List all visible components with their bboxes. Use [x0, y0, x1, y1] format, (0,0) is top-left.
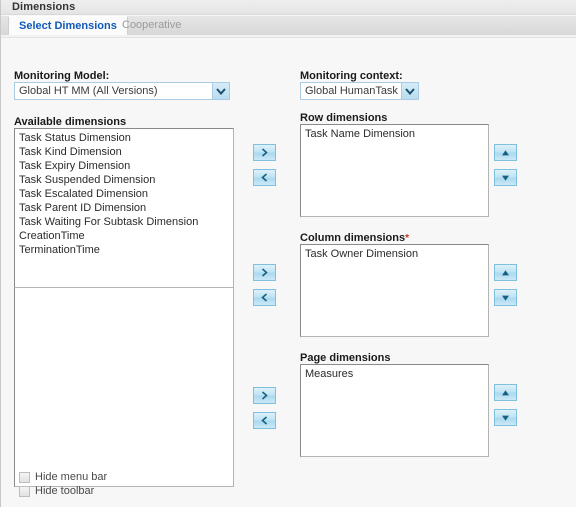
hide-toolbar-label: Hide toolbar — [35, 485, 95, 497]
move-column-dimension-down-button[interactable] — [494, 289, 517, 306]
chevron-right-icon — [261, 268, 268, 277]
list-item[interactable]: Task Owner Dimension — [301, 247, 488, 261]
monitoring-context-select[interactable]: Global HumanTask — [300, 82, 419, 100]
remove-from-page-dimensions-button[interactable] — [253, 412, 276, 429]
row-dimensions-listbox[interactable]: Task Name Dimension — [300, 124, 489, 217]
move-row-dimension-down-button[interactable] — [494, 169, 517, 186]
add-to-column-dimensions-button[interactable] — [253, 264, 276, 281]
add-to-row-dimensions-button[interactable] — [253, 144, 276, 161]
row-dimensions-label-text: Row dimensions — [300, 112, 388, 124]
row-dimensions-label: Row dimensions — [300, 112, 387, 124]
chevron-down-icon[interactable] — [212, 83, 229, 99]
triangle-up-icon — [502, 269, 509, 275]
move-row-dimension-up-button[interactable] — [494, 144, 517, 161]
dimensions-form: Monitoring Model: Global HT MM (All Vers… — [1, 39, 576, 507]
list-item[interactable]: CreationTime — [15, 229, 233, 243]
column-dimensions-listbox[interactable]: Task Owner Dimension — [300, 244, 489, 337]
page-dimensions-listbox[interactable]: Measures — [300, 364, 489, 457]
move-page-dimension-down-button[interactable] — [494, 409, 517, 426]
list-item[interactable]: Measures — [301, 367, 488, 381]
chevron-right-icon — [261, 391, 268, 400]
dimensions-panel: Dimensions Select Dimensions Cooperative… — [0, 0, 576, 507]
chevron-left-icon — [261, 173, 268, 182]
checkbox-icon[interactable] — [19, 485, 30, 497]
triangle-down-icon — [502, 415, 509, 421]
column-dimensions-label: Column dimensions* — [300, 232, 409, 244]
page-title: Dimensions — [12, 1, 76, 13]
triangle-down-icon — [502, 175, 509, 181]
list-item[interactable]: TerminationTime — [15, 243, 233, 257]
hide-menu-bar-label: Hide menu bar — [35, 471, 108, 483]
add-to-page-dimensions-button[interactable] — [253, 387, 276, 404]
column-dimensions-required-star: * — [405, 233, 410, 244]
list-item[interactable]: Task Escalated Dimension — [15, 187, 233, 201]
page-dimensions-label-text: Page dimensions — [300, 352, 391, 364]
hide-toolbar-option[interactable]: Hide toolbar — [19, 485, 94, 497]
monitoring-model-select[interactable]: Global HT MM (All Versions) — [14, 82, 230, 100]
hide-menu-bar-option[interactable]: Hide menu bar — [19, 471, 107, 483]
triangle-up-icon — [502, 389, 509, 395]
tab-select-dimensions[interactable]: Select Dimensions — [8, 16, 128, 35]
list-item[interactable]: Task Suspended Dimension — [15, 173, 233, 187]
remove-from-row-dimensions-button[interactable] — [253, 169, 276, 186]
available-dimensions-label: Available dimensions — [14, 116, 127, 128]
monitoring-context-label: Monitoring context: — [300, 70, 403, 82]
list-item[interactable]: Task Name Dimension — [301, 127, 488, 141]
move-column-dimension-up-button[interactable] — [494, 264, 517, 281]
monitoring-model-label: Monitoring Model: — [14, 70, 110, 82]
column-dimensions-label-text: Column dimensions — [300, 232, 406, 244]
list-item[interactable]: Task Waiting For Subtask Dimension — [15, 215, 233, 229]
chevron-right-icon — [261, 148, 268, 157]
list-item[interactable]: Task Expiry Dimension — [15, 159, 233, 173]
page-dimensions-label: Page dimensions — [300, 352, 390, 364]
tab-bar-underline — [1, 35, 576, 38]
monitoring-model-value: Global HT MM (All Versions) — [19, 85, 158, 97]
available-dimensions-listbox[interactable]: Task Status Dimension Task Kind Dimensio… — [14, 128, 234, 288]
available-dimensions-listbox-body[interactable] — [14, 288, 234, 487]
tab-cooperative[interactable]: Cooperative — [112, 16, 191, 35]
chevron-left-icon — [261, 416, 268, 425]
window-titlebar: Dimensions — [1, 0, 576, 15]
move-page-dimension-up-button[interactable] — [494, 384, 517, 401]
monitoring-context-value: Global HumanTask — [305, 85, 398, 97]
remove-from-column-dimensions-button[interactable] — [253, 289, 276, 306]
checkbox-icon[interactable] — [19, 471, 30, 483]
list-item[interactable]: Task Kind Dimension — [15, 145, 233, 159]
list-item[interactable]: Task Status Dimension — [15, 131, 233, 145]
tab-bar: Select Dimensions Cooperative — [1, 16, 576, 35]
triangle-down-icon — [502, 295, 509, 301]
chevron-left-icon — [261, 293, 268, 302]
list-item[interactable]: Task Parent ID Dimension — [15, 201, 233, 215]
triangle-up-icon — [502, 149, 509, 155]
chevron-down-icon[interactable] — [401, 83, 418, 99]
